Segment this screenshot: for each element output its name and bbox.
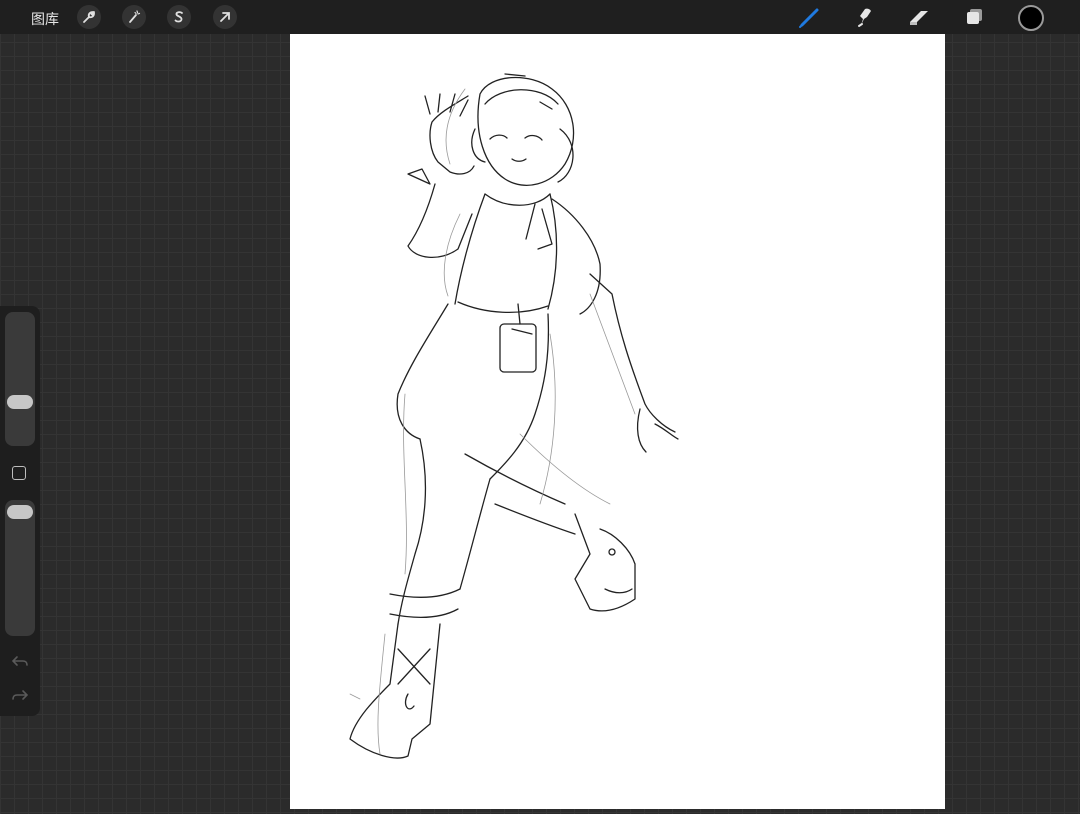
redo-button[interactable]	[10, 688, 30, 704]
arrow-cursor-icon	[220, 12, 230, 22]
undo-button[interactable]	[10, 654, 30, 670]
sketch-drawing	[349, 73, 679, 759]
drawing-canvas[interactable]	[290, 34, 945, 809]
eraser-icon	[910, 11, 928, 25]
redo-icon	[12, 690, 29, 700]
modify-square-icon[interactable]	[12, 466, 26, 480]
eraser-tool-button[interactable]	[906, 3, 934, 31]
layers-icon	[967, 9, 982, 24]
adjustments-button[interactable]	[122, 5, 146, 29]
color-picker-swatch[interactable]	[1018, 5, 1044, 31]
wrench-icon	[83, 11, 95, 23]
top-toolbar: 图库	[0, 0, 1080, 34]
gallery-button[interactable]: 图库	[31, 9, 59, 29]
left-sidebar	[0, 306, 40, 716]
layers-button[interactable]	[961, 3, 989, 31]
selection-button[interactable]	[167, 5, 191, 29]
magic-wand-icon	[129, 10, 141, 23]
selection-s-icon	[174, 11, 183, 23]
transform-button[interactable]	[213, 5, 237, 29]
brush-size-thumb[interactable]	[7, 395, 33, 409]
brush-icon	[799, 8, 819, 28]
opacity-thumb[interactable]	[7, 505, 33, 519]
brush-size-slider[interactable]	[5, 312, 35, 446]
actions-button[interactable]	[77, 5, 101, 29]
smudge-tool-button[interactable]	[851, 3, 879, 31]
brush-tool-button[interactable]	[796, 3, 824, 31]
undo-icon	[11, 656, 28, 666]
smudge-icon	[858, 8, 871, 27]
opacity-slider[interactable]	[5, 500, 35, 636]
